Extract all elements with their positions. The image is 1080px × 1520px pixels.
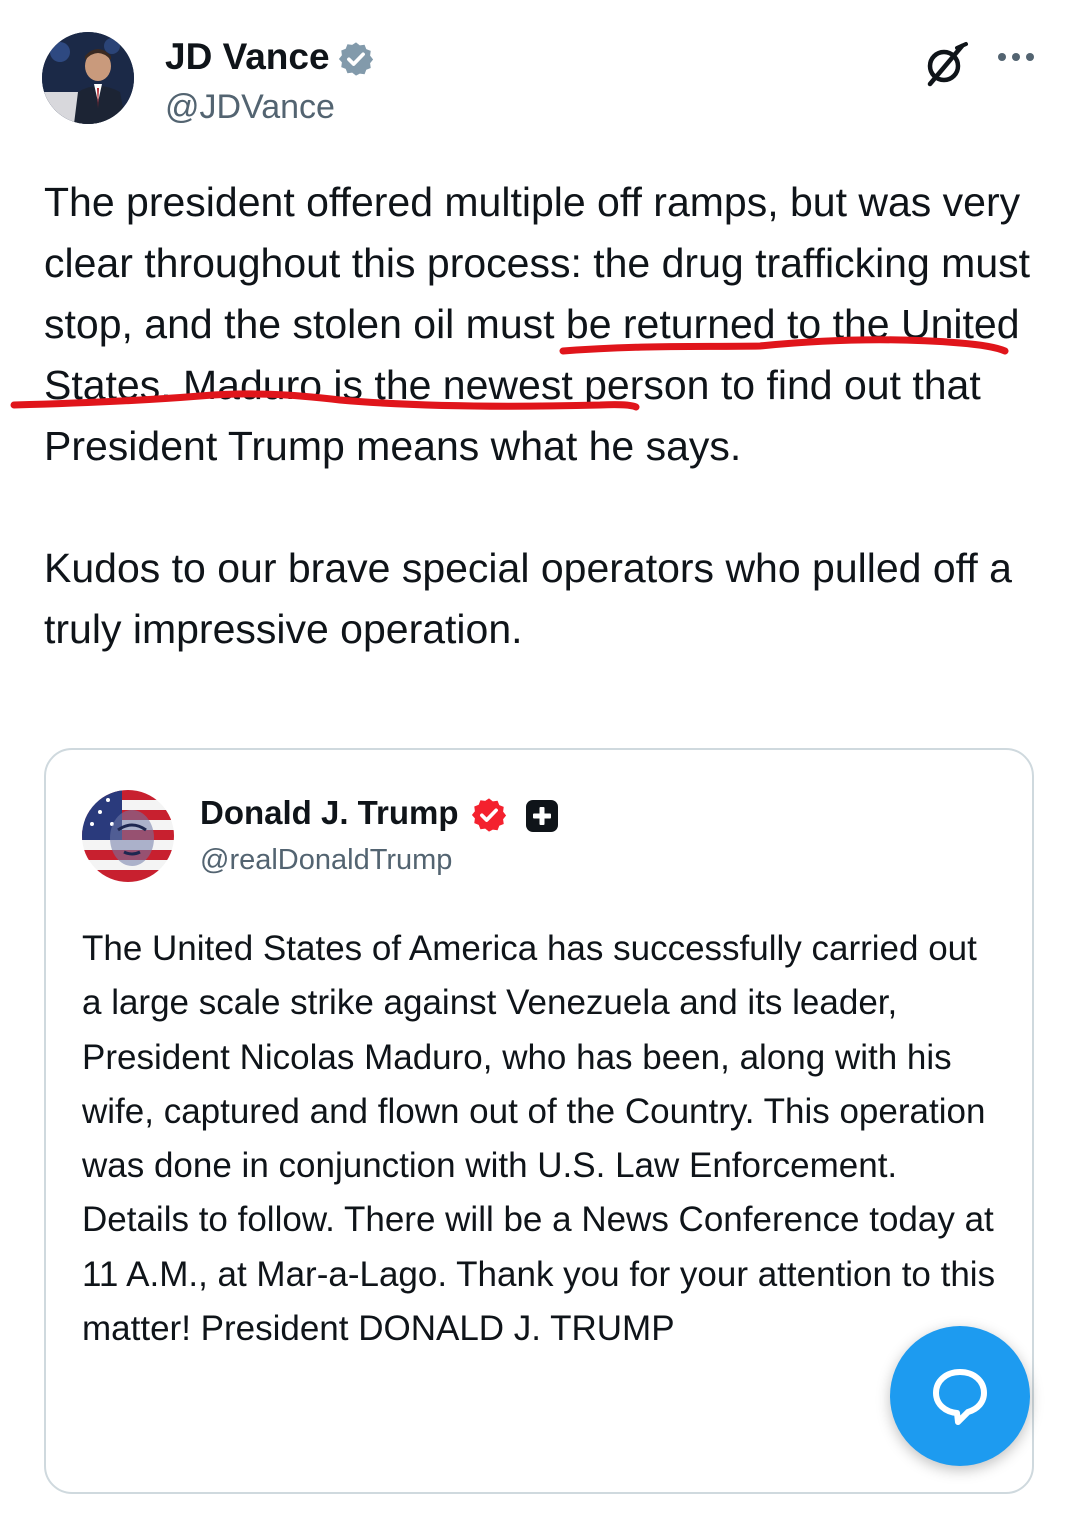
grok-icon[interactable] (922, 40, 970, 88)
author-avatar[interactable] (42, 32, 134, 124)
verified-badge-icon (338, 42, 374, 76)
quoted-author-name[interactable]: Donald J. Trump (200, 794, 459, 832)
tweet-text: The president offered multiple off ramps… (44, 172, 1044, 660)
more-icon[interactable] (996, 50, 1036, 64)
tweet-paragraph: Kudos to our brave special operators who… (44, 545, 1012, 652)
verified-badge-icon (471, 798, 507, 832)
premium-plus-icon (526, 800, 558, 832)
author-name[interactable]: JD Vance (165, 36, 330, 78)
quoted-author-handle[interactable]: @realDonaldTrump (200, 844, 452, 877)
quoted-post-card[interactable]: Donald J. Trump @realDonaldTrump The Uni… (44, 748, 1034, 1494)
tweet-paragraph: The president offered multiple off ramps… (44, 179, 1031, 469)
author-handle[interactable]: @JDVance (165, 88, 335, 127)
compose-reply-icon (933, 1369, 987, 1425)
quoted-post-text: The United States of America has success… (82, 929, 996, 1349)
compose-reply-button[interactable] (890, 1326, 1030, 1466)
quoted-author-avatar[interactable] (82, 790, 174, 882)
